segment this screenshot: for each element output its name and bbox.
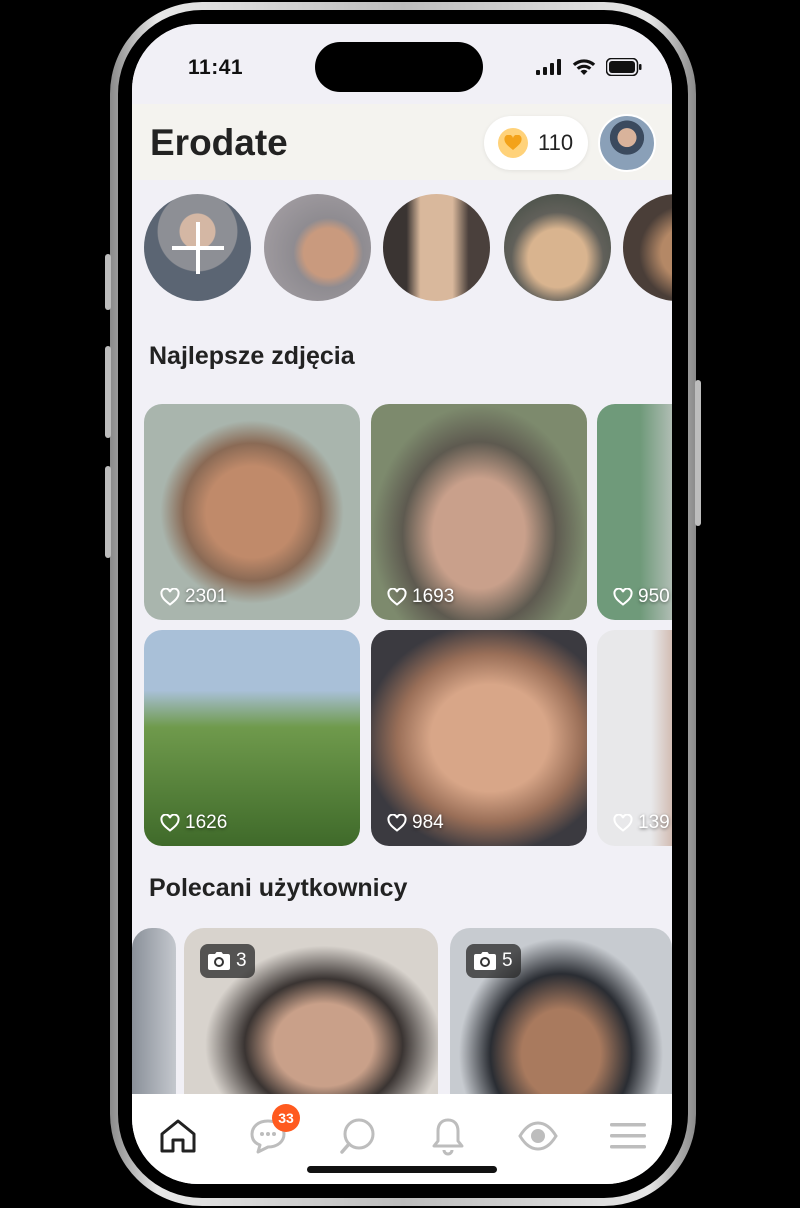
photo-count: 5: [502, 950, 513, 971]
photo-tile[interactable]: 2301: [144, 404, 360, 620]
search-icon: [340, 1118, 375, 1154]
add-story-button[interactable]: [144, 194, 251, 301]
heart-outline-icon: [387, 588, 407, 606]
status-time: 11:41: [188, 56, 244, 79]
photo-tile[interactable]: 1693: [371, 404, 587, 620]
heart-outline-icon: [160, 814, 180, 832]
recommended-users-title: Polecani użytkownicy: [149, 874, 408, 902]
likes-value: 950: [638, 586, 670, 607]
status-icons: [536, 58, 642, 76]
photo-tile[interactable]: 139: [597, 630, 672, 846]
tab-messages[interactable]: 33: [246, 1104, 300, 1158]
camera-icon: [208, 952, 230, 970]
power-button: [695, 380, 701, 526]
mute-switch: [105, 254, 111, 310]
story-item[interactable]: [504, 194, 611, 301]
likes-value: 1693: [412, 586, 455, 607]
stories-row: [144, 194, 672, 302]
coin-heart-icon: [498, 128, 528, 158]
battery-icon: [606, 58, 642, 76]
app-header: Erodate 110: [132, 104, 672, 180]
story-item[interactable]: [264, 194, 371, 301]
photo-count: 3: [236, 950, 247, 971]
tab-visitors[interactable]: [516, 1114, 560, 1158]
signal-icon: [536, 59, 561, 75]
likes-value: 1626: [185, 812, 228, 833]
likes-value: 139: [638, 812, 670, 833]
tab-search[interactable]: [336, 1114, 380, 1158]
likes-count: 1693: [387, 586, 454, 608]
likes-count: 1626: [160, 812, 227, 834]
photo-count-badge: 3: [200, 944, 255, 978]
plus-icon: [171, 221, 224, 274]
menu-icon: [610, 1123, 646, 1149]
messages-badge: 33: [272, 1104, 300, 1132]
recommended-user-card[interactable]: [132, 928, 176, 1108]
bell-icon: [432, 1118, 464, 1156]
likes-count: 2301: [160, 586, 227, 608]
heart-outline-icon: [613, 588, 633, 606]
heart-outline-icon: [387, 814, 407, 832]
eye-icon: [518, 1121, 558, 1151]
volume-down-button: [105, 466, 111, 558]
recommended-user-card[interactable]: 5: [450, 928, 672, 1108]
camera-icon: [474, 952, 496, 970]
tab-notifications[interactable]: [426, 1114, 470, 1158]
likes-value: 984: [412, 812, 444, 833]
app-screen: 11:41 Erodate 110 Najlepsze zdjęcia 2301…: [132, 24, 672, 1184]
photo-count-badge: 5: [466, 944, 521, 978]
photo-tile[interactable]: 984: [371, 630, 587, 846]
home-indicator: [307, 1166, 497, 1173]
tab-home[interactable]: [156, 1114, 200, 1158]
photo-tile[interactable]: 950: [597, 404, 672, 620]
likes-value: 2301: [185, 586, 228, 607]
tab-menu[interactable]: [606, 1114, 650, 1158]
likes-count: 950: [613, 586, 670, 608]
story-item[interactable]: [623, 194, 672, 301]
heart-outline-icon: [160, 588, 180, 606]
coins-button[interactable]: 110: [484, 116, 588, 170]
likes-count: 139: [613, 812, 670, 834]
profile-avatar[interactable]: [598, 114, 656, 172]
dynamic-island: [315, 42, 483, 92]
recommended-user-card[interactable]: 3: [184, 928, 438, 1108]
best-photos-title: Najlepsze zdjęcia: [149, 342, 355, 370]
photo-tile[interactable]: 1626: [144, 630, 360, 846]
likes-count: 984: [387, 812, 444, 834]
story-item[interactable]: [383, 194, 490, 301]
coin-count: 110: [538, 130, 574, 155]
heart-outline-icon: [613, 814, 633, 832]
app-logo: Erodate: [150, 122, 288, 163]
home-icon: [160, 1119, 196, 1153]
volume-up-button: [105, 346, 111, 438]
wifi-icon: [572, 58, 596, 75]
status-bar: 11:41: [132, 24, 672, 104]
